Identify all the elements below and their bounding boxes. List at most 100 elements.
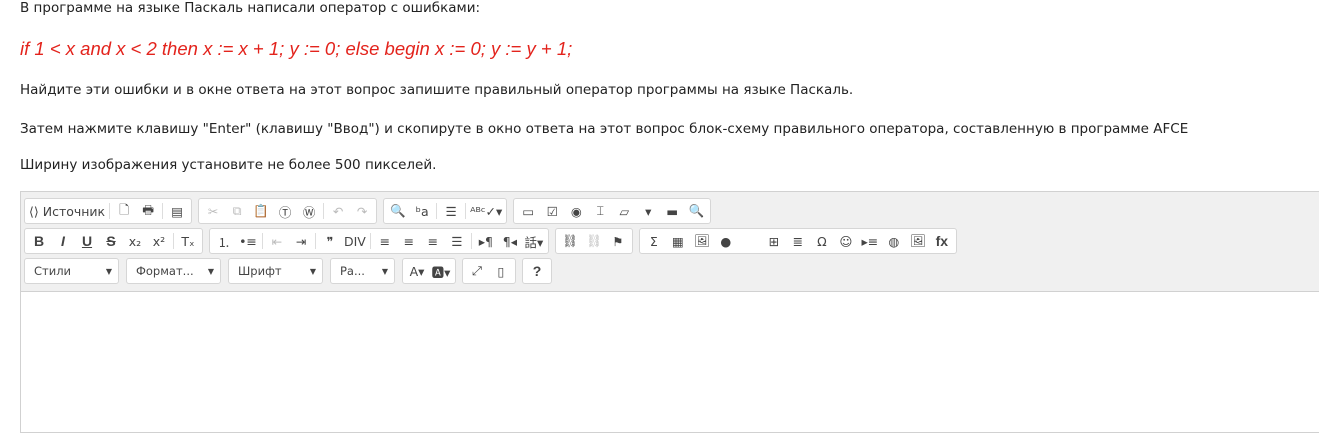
find-button[interactable]: 🔍 <box>386 200 410 222</box>
spellcheck-button[interactable]: ᴬᴮᶜ✓▾ <box>468 200 504 222</box>
toolbar-separator <box>465 203 467 219</box>
cut-button[interactable]: ✂ <box>201 200 225 222</box>
copy-button[interactable]: ⧉ <box>225 200 249 222</box>
subscript-button[interactable]: x₂ <box>123 230 147 252</box>
unlink-button[interactable]: ⛓ <box>582 230 606 252</box>
task-text-1: Найдите эти ошибки и в окне ответа на эт… <box>20 82 854 98</box>
toolbar-group: B I U Sx₂ x² Tₓ <box>24 228 203 254</box>
toolbar-group: ⛓ ⛓ ⚑ <box>554 228 633 254</box>
image-button-button[interactable]: 🔍 <box>684 200 708 222</box>
text-color-button[interactable]: A▾ <box>405 260 429 282</box>
size-dropdown-label: Ра... <box>340 264 365 278</box>
ltr-button[interactable]: ▸¶ <box>474 230 498 252</box>
toolbar-separator <box>162 203 164 219</box>
horizontal-line-button[interactable]: ≣ <box>786 230 810 252</box>
checkbox-button[interactable]: ☑ <box>540 200 564 222</box>
toolbar-group: Σ ▦ 🖼 ● ⊞ ≣ Ω ☺ ▸≡ ◍ 🖼 fx <box>638 228 957 254</box>
bulleted-list-button[interactable]: •≡ <box>236 230 260 252</box>
align-center-button[interactable]: ≡ <box>397 230 421 252</box>
link-button[interactable]: ⛓ <box>558 230 582 252</box>
underline-button[interactable]: U <box>75 230 99 252</box>
print-button[interactable]: 🖶 <box>136 200 160 222</box>
image-button[interactable]: 🖼 <box>690 230 714 252</box>
table-button[interactable]: ⊞ <box>762 230 786 252</box>
rtl-button[interactable]: ¶◂ <box>498 230 522 252</box>
outdent-button[interactable]: ⇤ <box>265 230 289 252</box>
size-dropdown[interactable]: Ра... ▼ <box>330 258 395 284</box>
chevron-down-icon: ▼ <box>309 266 316 276</box>
select-button[interactable]: ▾ <box>636 200 660 222</box>
page-break-button[interactable]: ▸≡ <box>858 230 882 252</box>
new-page-button[interactable]: 🗋 <box>112 200 136 222</box>
toolbar-separator <box>173 233 174 249</box>
font-dropdown-label: Шрифт <box>238 264 282 278</box>
toolbar-separator <box>109 203 111 219</box>
flash-button[interactable]: ● <box>714 230 738 252</box>
iframe-button[interactable]: ◍ <box>882 230 906 252</box>
toolbar-group: A▾ 🅰▾ <box>402 258 456 284</box>
editor-content-area[interactable] <box>21 291 1319 432</box>
math-button[interactable]: Σ <box>642 230 666 252</box>
toolbar-separator <box>436 203 438 219</box>
maximize-button[interactable]: ⤢ <box>465 260 489 282</box>
text-field-button[interactable]: ⌶ <box>588 200 612 222</box>
chevron-down-icon: ▼ <box>207 266 214 276</box>
blockquote-button[interactable]: ❞ <box>318 230 342 252</box>
smiley-button[interactable]: ☺ <box>834 230 858 252</box>
image2-button[interactable]: 🖼 <box>906 230 930 252</box>
bold-button[interactable]: B <box>27 230 51 252</box>
editor-toolbar: ⟨⟩ Источник 🗋 🖶 ▤ ✂ ⧉ 📋 Ⓣ Ⓦ ↶ ↷ 🔍 ᵇa ☰ ᴬᴮᶜ✓▾ ▭ ☑ ◉ ⌶ ▱ ▾ ▬ 🔍 B I… <box>21 192 1319 286</box>
toolbar-separator <box>470 233 472 249</box>
superscript-button[interactable]: x² <box>147 230 171 252</box>
justify-button[interactable]: ☰ <box>445 230 469 252</box>
templates-button[interactable]: ▤ <box>165 200 189 222</box>
align-left-button[interactable]: ≡ <box>373 230 397 252</box>
remove-format-button[interactable]: Tₓ <box>176 230 200 252</box>
redo-button[interactable]: ↷ <box>350 200 374 222</box>
chevron-down-icon: ▼ <box>105 266 112 276</box>
task-text-2: Затем нажмите клавишу "Enter" (клавишу "… <box>20 121 1189 137</box>
toolbar-separator <box>262 233 263 249</box>
special-char-button[interactable]: Ω <box>810 230 834 252</box>
anchor-button[interactable]: ⚑ <box>606 230 630 252</box>
replace-button[interactable]: ᵇa <box>410 200 434 222</box>
indent-button[interactable]: ⇥ <box>289 230 313 252</box>
styles-dropdown[interactable]: Стили ▼ <box>24 258 119 284</box>
paste-text-button[interactable]: Ⓣ <box>273 200 297 222</box>
strike-button[interactable]: S <box>99 230 123 252</box>
italic-button[interactable]: I <box>51 230 75 252</box>
toolbar-row: Стили ▼ Формат... ▼ Шрифт ▼ Ра... ▼ A▾ 🅰▾ ⤢ ▯? <box>24 256 1319 286</box>
format-dropdown-label: Формат... <box>136 264 194 278</box>
help-button[interactable]: ? <box>525 260 549 282</box>
toolbar-group: ⒈ •≡ ⇤ ⇥ ❞ DIV ≡ ≡ ≡ ☰ ▸¶ ¶◂ 話▾ <box>209 228 549 254</box>
source-button[interactable]: ⟨⟩ Источник <box>27 200 107 222</box>
select-all-button[interactable]: ☰ <box>439 200 463 222</box>
radio-button[interactable]: ◉ <box>564 200 588 222</box>
toolbar-separator <box>315 233 316 249</box>
button-button[interactable]: ▬ <box>660 200 684 222</box>
format-dropdown[interactable]: Формат... ▼ <box>126 258 221 284</box>
intro-text: В программе на языке Паскаль написали оп… <box>20 0 481 16</box>
toolbar-group: ▭ ☑ ◉ ⌶ ▱ ▾ ▬ 🔍 <box>513 198 712 224</box>
align-right-button[interactable]: ≡ <box>421 230 445 252</box>
bg-color-button[interactable]: 🅰▾ <box>429 260 453 282</box>
language-button[interactable]: 話▾ <box>522 230 546 252</box>
media-button[interactable]: ▦ <box>666 230 690 252</box>
paste-button[interactable]: 📋 <box>249 200 273 222</box>
form-button[interactable]: ▭ <box>516 200 540 222</box>
toolbar-separator <box>323 203 325 219</box>
toolbar-row: B I U Sx₂ x² Tₓ ⒈ •≡ ⇤ ⇥ ❞ DIV ≡ ≡ ≡ ☰ ▸¶ ¶◂ 話▾ ⛓ ⛓ ⚑ Σ ▦ 🖼 ● ⊞ ≣ Ω ☺… <box>24 226 1319 256</box>
show-blocks-button[interactable]: ▯ <box>489 260 513 282</box>
font-dropdown[interactable]: Шрифт ▼ <box>228 258 323 284</box>
textarea-button[interactable]: ▱ <box>612 200 636 222</box>
toolbar-separator <box>369 233 371 249</box>
div-button[interactable]: DIV <box>342 230 368 252</box>
paste-word-button[interactable]: Ⓦ <box>297 200 321 222</box>
formula-button[interactable]: fx <box>930 230 954 252</box>
code-statement: if 1 < x and x < 2 then x := x + 1; y :=… <box>20 38 573 59</box>
numbered-list-button[interactable]: ⒈ <box>212 230 236 252</box>
rich-text-editor: ⟨⟩ Источник 🗋 🖶 ▤ ✂ ⧉ 📋 Ⓣ Ⓦ ↶ ↷ 🔍 ᵇa ☰ ᴬᴮᶜ✓▾ ▭ ☑ ◉ ⌶ ▱ ▾ ▬ 🔍 B I… <box>20 191 1319 433</box>
task-text-3: Ширину изображения установите не более 5… <box>20 157 437 173</box>
styles-dropdown-label: Стили <box>34 264 72 278</box>
undo-button[interactable]: ↶ <box>326 200 350 222</box>
